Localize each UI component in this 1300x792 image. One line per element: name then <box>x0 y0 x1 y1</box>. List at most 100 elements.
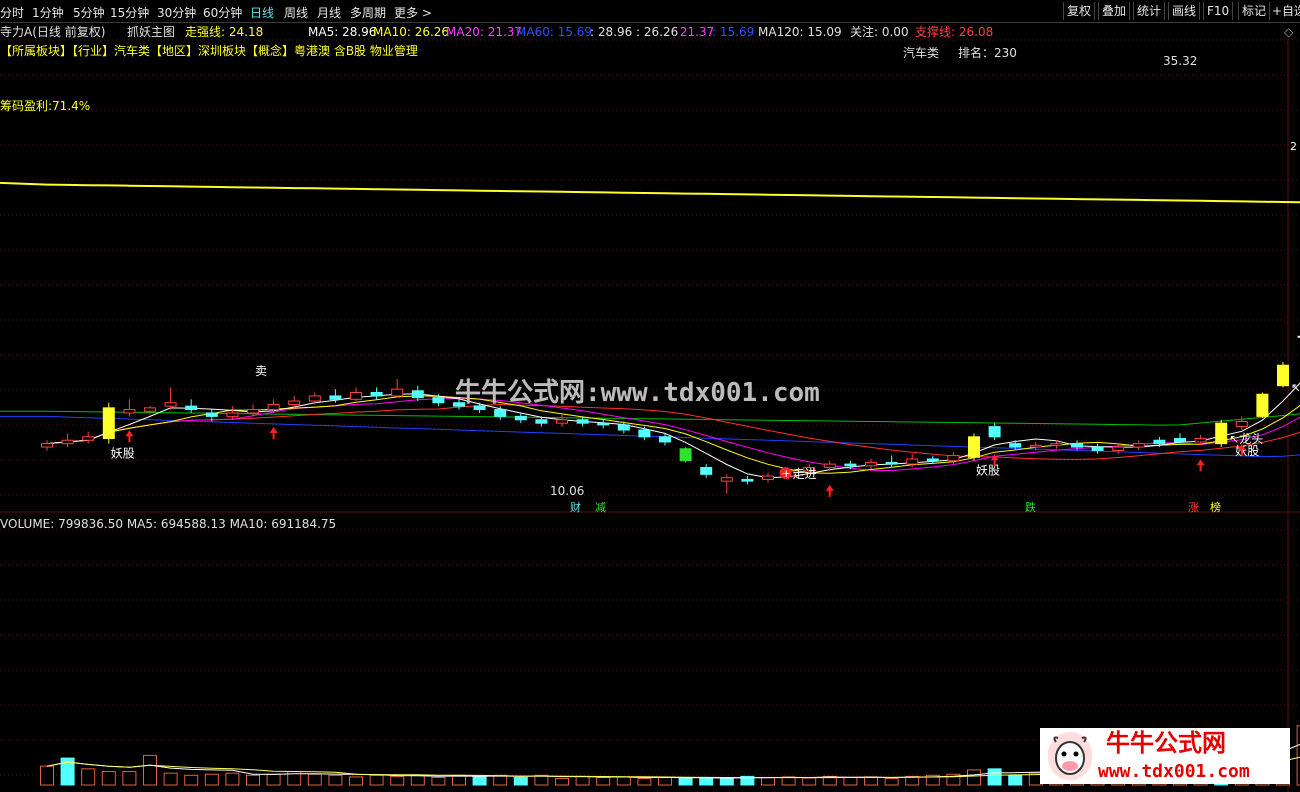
period-weekly[interactable]: 周线 <box>284 4 308 21</box>
ma20-value: MA20: 21.37 <box>446 25 523 39</box>
longtou-signal: ↖龙头 <box>1291 380 1300 394</box>
volume-bar <box>184 774 199 786</box>
volume-bar <box>204 773 219 786</box>
candle-body <box>885 461 898 465</box>
strong-line <box>0 181 1300 204</box>
bang-marker: 榜 <box>1210 500 1221 514</box>
volume-bar <box>390 775 405 786</box>
candle-body <box>247 409 259 414</box>
ma10-line <box>46 395 1300 474</box>
volume-bar <box>410 774 425 786</box>
jian-marker: 减 <box>595 501 606 514</box>
volume-bar <box>328 774 343 786</box>
volume-bar <box>101 771 116 786</box>
period-1min[interactable]: 1分钟 <box>32 4 64 21</box>
f10-button[interactable]: F10 <box>1203 2 1234 20</box>
candle-body <box>350 392 362 400</box>
candle-body <box>102 407 115 440</box>
period-30min[interactable]: 30分钟 <box>157 4 196 21</box>
candle-body <box>1132 443 1145 448</box>
volume-bar <box>555 778 569 786</box>
candle-body <box>556 419 568 424</box>
candle-body <box>308 395 321 402</box>
volume-bar <box>452 774 466 786</box>
candle-body <box>617 424 630 431</box>
mark-button[interactable]: 标记 <box>1238 2 1271 20</box>
candle-body <box>947 455 960 462</box>
indicator-name[interactable]: 抓妖主图 <box>127 25 175 39</box>
volume-bar <box>40 765 54 786</box>
zhang-marker: 涨 <box>1188 501 1199 514</box>
volume-bar <box>678 778 693 786</box>
volume-bar <box>864 776 878 786</box>
candle-body <box>226 412 239 417</box>
candle-body <box>906 458 919 465</box>
candle-body <box>762 475 774 480</box>
more-periods-button[interactable]: 更多 > <box>394 4 432 21</box>
yao-signal: 妖股 <box>976 464 1000 478</box>
buy-arrow-icon <box>1196 459 1205 472</box>
ma120-value: MA120: 15.09 <box>758 25 842 39</box>
overlay-button[interactable]: 叠加 <box>1098 2 1131 20</box>
zoujin-signal: 走进 <box>793 467 817 481</box>
period-15min[interactable]: 15分钟 <box>110 4 149 21</box>
candle-body <box>741 478 754 482</box>
stats-button[interactable]: 统计 <box>1133 2 1166 20</box>
logo-watermark: 牛牛公式网 www.tdx001.com <box>1040 728 1290 784</box>
volume-bar <box>246 774 260 786</box>
volume-bar <box>596 776 611 786</box>
logo-title: 牛牛公式网 <box>1106 729 1226 757</box>
ma5-line <box>46 382 1300 479</box>
volume-bar <box>884 778 899 786</box>
candle-body <box>185 405 198 411</box>
candle-body <box>514 415 527 421</box>
volume-bar <box>493 774 508 786</box>
candle-body <box>1050 443 1063 446</box>
candlesticks[interactable] <box>41 63 1300 494</box>
candle-body <box>494 409 507 417</box>
sell-signal: 卖 <box>255 364 267 378</box>
candle-body <box>1194 438 1207 443</box>
candle-body <box>1215 422 1228 445</box>
center-watermark: 牛牛公式网:www.tdx001.com <box>455 378 820 408</box>
volume-bar <box>472 775 487 786</box>
price-axis-label: 2 <box>1290 140 1297 153</box>
candle-body <box>288 400 301 405</box>
volume-bar <box>802 777 817 786</box>
support-line-value: 支撑线: 26.08 <box>915 25 994 39</box>
fuquan-button[interactable]: 复权 <box>1063 2 1096 20</box>
period-fenshi[interactable]: 分时 <box>0 4 24 21</box>
candle-body <box>82 436 95 441</box>
period-monthly[interactable]: 月线 <box>317 4 341 21</box>
candle-body <box>720 477 733 482</box>
die-marker: 跌 <box>1025 500 1036 514</box>
candle-body <box>597 422 610 426</box>
sector-rank: 排名：230 <box>958 46 1017 60</box>
period-daily[interactable]: 日线 <box>250 4 274 21</box>
stock-title: 寺力A(日线 前复权) <box>0 25 106 39</box>
longtou-signal: ↖龙头 <box>1229 432 1263 446</box>
diamond-icon[interactable]: ◇ <box>1284 25 1293 39</box>
volume-bar <box>534 774 549 786</box>
period-60min[interactable]: 60分钟 <box>203 4 242 21</box>
add-watchlist-button[interactable]: +自选 <box>1272 2 1300 20</box>
volume-bar <box>369 774 384 786</box>
volume-bar <box>307 773 322 786</box>
chip-profit: 筹码盈利:71.4% <box>0 99 91 113</box>
candle-body <box>576 419 589 424</box>
extra-ma20: : 21.37 <box>672 25 715 39</box>
period-multi[interactable]: 多周期 <box>350 4 386 21</box>
volume-bar <box>122 771 137 786</box>
volume-bar <box>699 776 714 786</box>
candle-body <box>267 403 280 411</box>
volume-label: VOLUME: 799836.50 MA5: 694588.13 MA10: 6… <box>0 517 337 531</box>
low-price-label: 10.06 <box>550 484 585 498</box>
candle-body <box>1153 439 1166 445</box>
strong-line-value: 走强线: 24.18 <box>185 25 264 39</box>
buy-arrow-icon <box>125 430 134 443</box>
price-grid <box>0 38 1300 792</box>
period-5min[interactable]: 5分钟 <box>73 4 105 21</box>
candle-body <box>61 439 74 445</box>
draw-button[interactable]: 画线 <box>1168 2 1201 20</box>
candle-body <box>535 419 548 424</box>
